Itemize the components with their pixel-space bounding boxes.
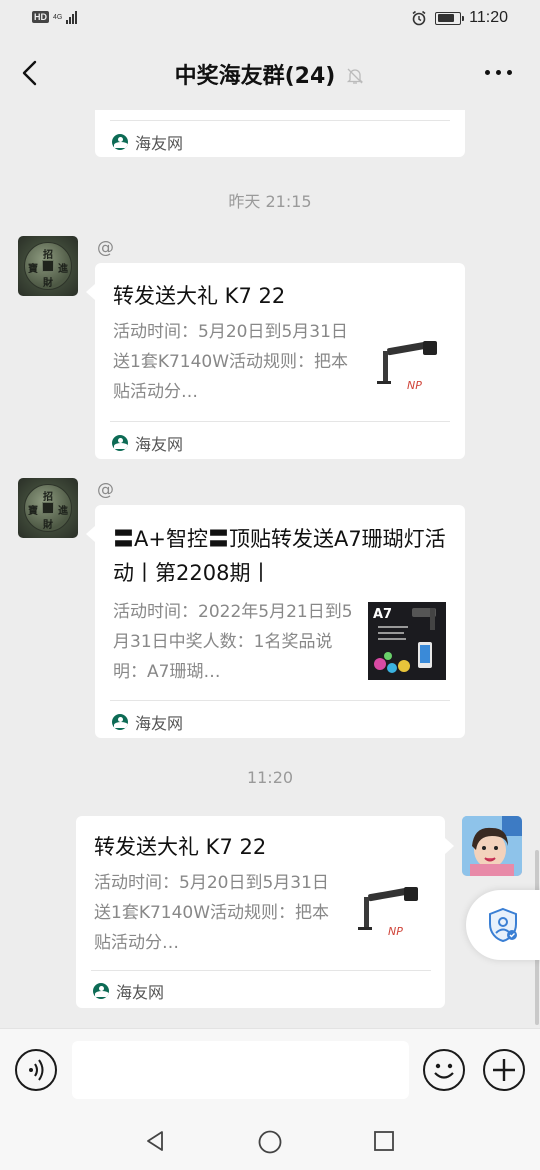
thumb-brand: NP xyxy=(388,925,403,938)
more-button[interactable] xyxy=(485,70,512,75)
chat-title-text: 中奖海友群(24) xyxy=(174,64,336,89)
card-source: 海友网 xyxy=(112,130,183,154)
sender-name: @ xyxy=(97,238,114,258)
link-card[interactable]: 转发送大礼 K7 22 活动时间：5月20日到5月31日送1套K7140W活动规… xyxy=(95,263,465,459)
haiyou-logo-icon xyxy=(93,983,109,999)
aquarium-light-icon: NP xyxy=(377,341,437,392)
avatar[interactable] xyxy=(462,816,522,876)
timestamp: 昨天 21:15 xyxy=(228,192,312,211)
haiyou-logo-icon xyxy=(112,134,128,150)
network-type: 4G xyxy=(53,13,63,21)
card-source-label: 海友网 xyxy=(135,435,184,454)
bubble-tail xyxy=(86,526,95,542)
card-source-label: 海友网 xyxy=(135,714,184,733)
status-bar: HD 4G 11:20 xyxy=(0,0,540,38)
card-divider xyxy=(91,970,431,971)
card-divider xyxy=(110,120,450,121)
emoji-icon xyxy=(434,1063,454,1079)
coin-char: 財 xyxy=(43,278,53,289)
plus-icon xyxy=(493,1059,515,1081)
coin-char: 寶 xyxy=(28,264,38,275)
card-description: 活动时间：5月20日到5月31日送1套K7140W活动规则：把本贴活动分… xyxy=(94,873,330,953)
message-list[interactable]: 海友网 昨天 21:15 招 進 財 寶 @ 转发送大礼 K7 22 活动时间：… xyxy=(0,110,540,1028)
bell-off-icon xyxy=(347,68,364,84)
message-input[interactable] xyxy=(72,1041,409,1099)
card-source-label: 海友网 xyxy=(116,983,165,1002)
circle-home-icon[interactable] xyxy=(257,1129,283,1155)
link-card[interactable]: 〓A+智控〓顶贴转发送A7珊瑚灯活动丨第2208期丨 活动时间：2022年5月2… xyxy=(95,505,465,738)
card-thumbnail: A7 xyxy=(368,602,446,680)
bubble-tail xyxy=(445,838,454,854)
card-title: 转发送大礼 K7 22 xyxy=(94,835,267,859)
card-title: 〓A+智控〓顶贴转发送A7珊瑚灯活动丨第2208期丨 xyxy=(113,527,446,585)
coin-char: 寶 xyxy=(28,506,38,517)
voice-button[interactable] xyxy=(15,1049,57,1091)
coin-char: 招 xyxy=(43,492,53,503)
alarm-icon xyxy=(412,10,426,26)
battery-icon xyxy=(435,11,465,25)
thumb-brand: NP xyxy=(407,379,422,392)
input-bar xyxy=(0,1028,540,1110)
timestamp: 11:20 xyxy=(246,768,294,787)
aquarium-light-icon: NP xyxy=(358,887,418,938)
more-dots-icon xyxy=(485,70,490,75)
security-float-button[interactable] xyxy=(466,890,540,960)
haiyou-logo-icon xyxy=(112,435,128,451)
signal-icon xyxy=(66,10,78,24)
avatar[interactable]: 招 進 財 寶 xyxy=(18,236,78,296)
thumb-model: A7 xyxy=(373,607,392,622)
a7-light-icon: A7 xyxy=(373,607,436,673)
card-title: 转发送大礼 K7 22 xyxy=(113,284,286,308)
link-card-partial[interactable]: 海友网 xyxy=(95,110,465,157)
chat-header: 中奖海友群(24) xyxy=(0,38,540,110)
hd-badge: HD xyxy=(32,11,49,23)
clock: 11:20 xyxy=(469,9,508,26)
card-source-label: 海友网 xyxy=(135,134,184,153)
coin-char: 進 xyxy=(58,506,68,517)
coin-char: 財 xyxy=(43,520,53,531)
voice-icon xyxy=(29,1059,44,1081)
user-photo-icon xyxy=(462,816,522,876)
system-navigation xyxy=(0,1110,540,1170)
chat-title: 中奖海友群(24) xyxy=(0,58,540,92)
bubble-tail xyxy=(86,284,95,300)
card-source: 海友网 xyxy=(93,979,164,1003)
plus-button[interactable] xyxy=(483,1049,525,1091)
card-thumbnail: NP xyxy=(371,333,449,411)
card-thumbnail: NP xyxy=(352,879,430,957)
triangle-back-icon[interactable] xyxy=(143,1129,167,1153)
card-divider xyxy=(110,700,450,701)
avatar[interactable]: 招 進 財 寶 xyxy=(18,478,78,538)
shield-user-icon xyxy=(489,907,517,943)
sender-name: @ xyxy=(97,480,114,500)
card-divider xyxy=(110,421,450,422)
coin-char: 招 xyxy=(43,250,53,261)
haiyou-logo-icon xyxy=(112,714,128,730)
card-description: 活动时间：2022年5月21日到5月31日中奖人数：1名奖品说明：A7珊瑚… xyxy=(113,602,353,682)
card-description: 活动时间：5月20日到5月31日送1套K7140W活动规则：把本贴活动分… xyxy=(113,322,349,402)
coin-char: 進 xyxy=(58,264,68,275)
link-card[interactable]: 转发送大礼 K7 22 活动时间：5月20日到5月31日送1套K7140W活动规… xyxy=(76,816,445,1008)
emoji-button[interactable] xyxy=(423,1049,465,1091)
square-recent-icon[interactable] xyxy=(373,1130,395,1152)
card-source: 海友网 xyxy=(112,710,183,734)
card-source: 海友网 xyxy=(112,431,183,455)
